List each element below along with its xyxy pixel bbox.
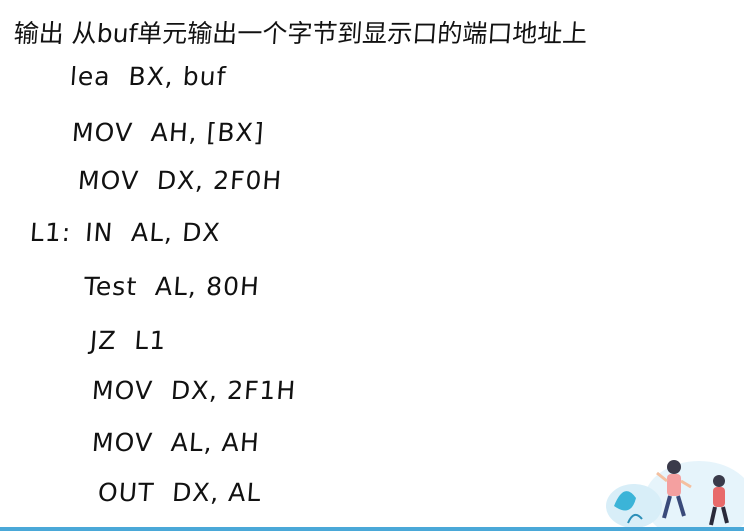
opcode: MOV [90,428,154,457]
code-line-5: Test AL, 80H [83,272,261,301]
opcode: OUT [96,478,156,507]
page-title: 输出 从buf单元输出一个字节到显示口的端口地址上 [12,19,589,48]
code-line-6: JZ L1 [89,326,167,355]
code-line-3: MOV DX, 2F0H [77,166,283,195]
opcode: MOV [70,118,134,147]
bottom-accent-bar [0,527,744,531]
opcode: JZ [88,326,118,355]
operands: AL, DX [130,218,222,247]
operands: L1 [133,326,168,355]
label: L1: [28,218,73,247]
operands: AL, 80H [154,272,261,301]
background-blob-icon [644,461,744,531]
decorative-illustration [606,460,744,531]
operands: AH, [BX] [149,118,266,147]
operands: AL, AH [169,428,261,457]
opcode: lea [68,62,112,91]
code-line-9: OUT DX, AL [97,478,263,507]
opcode: MOV [90,376,154,405]
operands: DX, 2F0H [155,166,284,195]
opcode: IN [84,218,115,247]
opcode: MOV [76,166,140,195]
operands: BX, buf [127,62,228,91]
code-line-8: MOV AL, AH [91,428,261,457]
code-line-4: L1: IN AL, DX [29,218,222,247]
code-line-1: lea BX, buf [69,62,227,91]
operands: DX, AL [171,478,263,507]
code-line-2: MOV AH, [BX] [71,118,266,147]
opcode: Test [82,272,139,301]
whiteboard-canvas: 输出 从buf单元输出一个字节到显示口的端口地址上 lea BX, buf MOV… [0,0,744,531]
operands: DX, 2F1H [169,376,298,405]
code-line-7: MOV DX, 2F1H [91,376,297,405]
